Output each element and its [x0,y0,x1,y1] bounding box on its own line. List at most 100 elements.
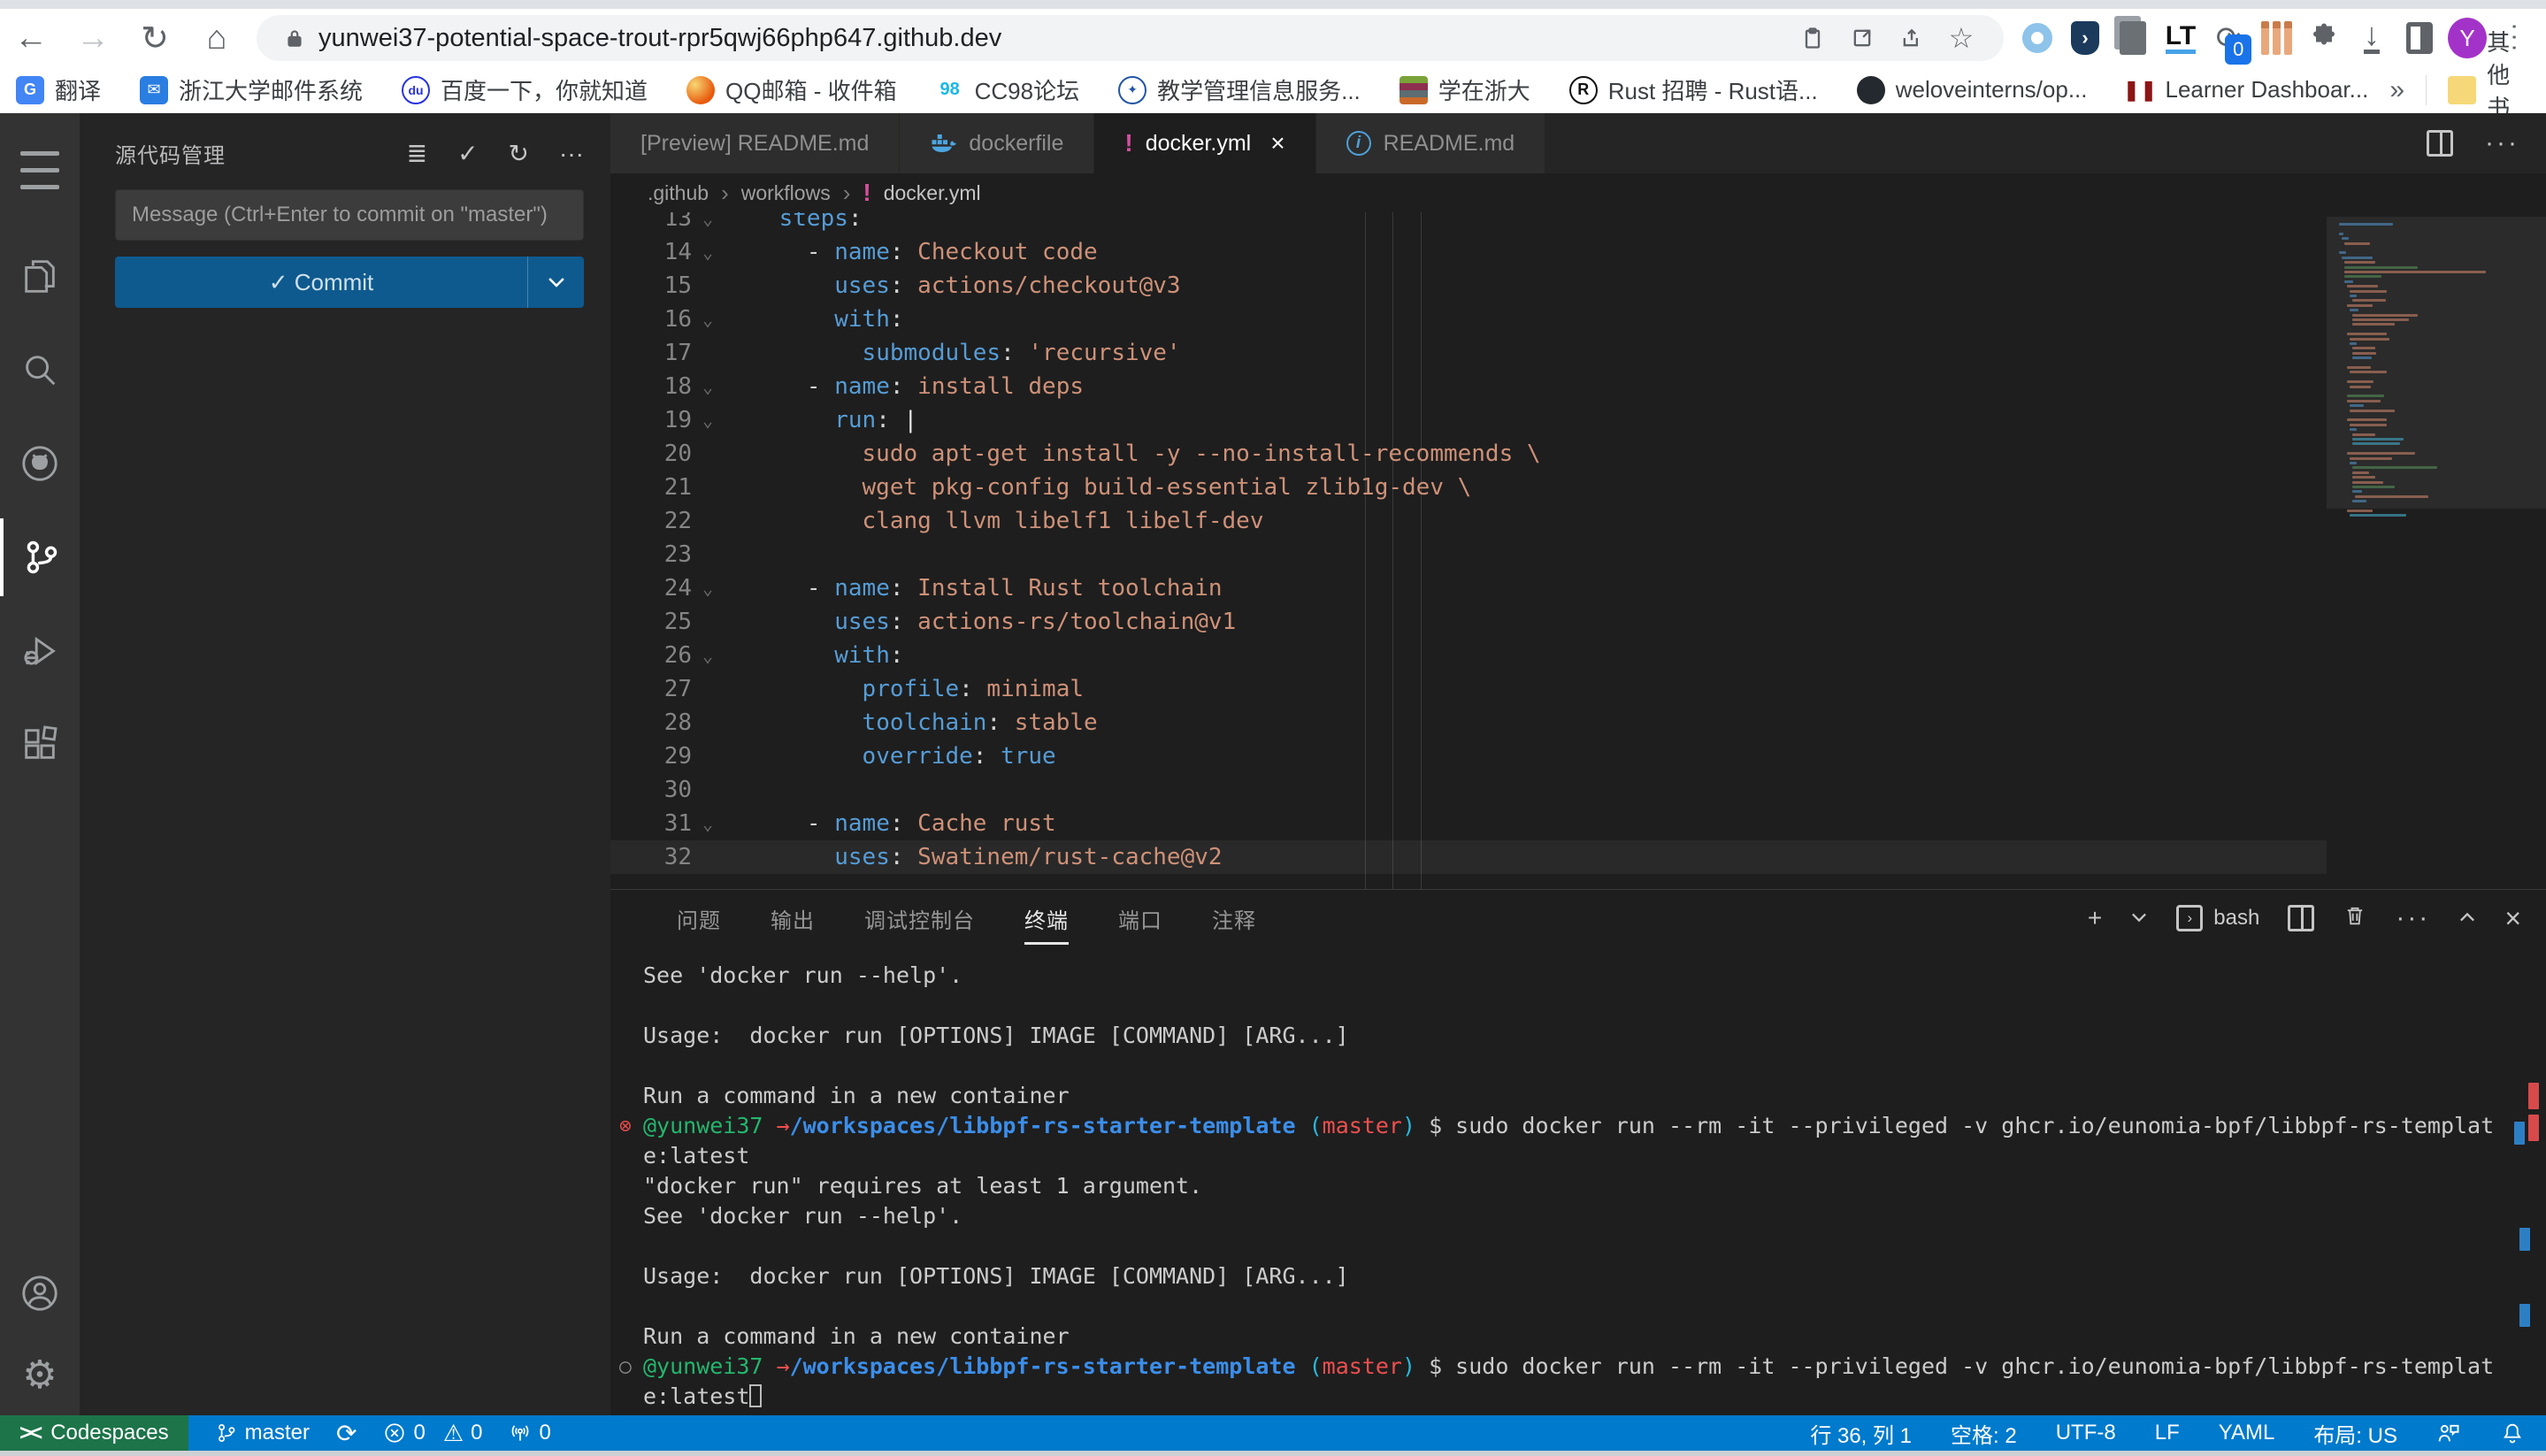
feedback-icon[interactable] [2436,1421,2461,1445]
commit-dropdown[interactable] [527,257,584,308]
problems-indicator[interactable]: 0 ⚠ 0 [383,1420,482,1447]
code-text: uses: actions-rs/toolchain@v1 [724,609,1236,635]
bookmark-item[interactable]: G翻译 [16,73,101,106]
address-bar[interactable]: yunwei37-potential-space-trout-rpr5qwj66… [257,15,2004,61]
commit-button[interactable]: ✓ Commit [115,257,584,308]
side-panel-icon[interactable] [2400,19,2439,57]
reload-icon[interactable]: ↻ [124,13,186,63]
pens-extension-icon[interactable] [2257,19,2296,57]
bookmark-item[interactable]: RRust 招聘 - Rust语... [1569,73,1818,106]
keyboard-layout[interactable]: 布局: US [2313,1418,2397,1449]
close-panel-icon[interactable]: × [2504,902,2521,935]
bookmark-item[interactable]: ✦教学管理信息服务... [1118,73,1361,106]
language-mode[interactable]: YAML [2219,1421,2275,1445]
settings-gear-icon[interactable]: ⚙ [0,1336,80,1414]
panel-tab-输出[interactable]: 输出 [771,891,815,946]
minimap-line [2352,433,2375,436]
remote-indicator[interactable]: >< Codespaces [0,1415,188,1451]
breadcrumb-item[interactable]: .github [648,181,709,205]
split-terminal-icon[interactable] [2288,905,2314,931]
shell-selector[interactable]: ›bash [2176,905,2259,931]
explorer-icon[interactable] [0,237,80,315]
tab-dockerfile[interactable]: dockerfile [900,113,1094,173]
menu-icon[interactable] [0,131,80,209]
extensions-icon[interactable] [0,706,80,784]
back-icon[interactable]: ← [0,13,62,63]
panel-tab-调试控制台[interactable]: 调试控制台 [864,891,975,946]
code-text: steps: [724,212,863,232]
breadcrumb[interactable]: .github›workflows›!docker.yml [610,173,2546,212]
sync-extension-icon[interactable]: ⟳0 [2209,19,2248,57]
bookmark-item[interactable]: QQ邮箱 - 收件箱 [686,73,897,106]
panel-actions: + ›bash ··· × [2088,902,2546,935]
encoding-setting[interactable]: UTF-8 [2056,1421,2116,1445]
extensions-puzzle-icon[interactable] [2304,19,2343,57]
new-terminal-icon[interactable]: + [2088,904,2102,932]
code-editor[interactable]: 13⌄ steps:14⌄ - name: Checkout code15 us… [610,212,2546,889]
minimap[interactable] [2327,212,2546,889]
terminal-line: "docker run" requires at least 1 argumen… [619,1171,2537,1201]
terminal-dropdown-icon[interactable] [2130,904,2148,932]
maximize-panel-icon[interactable] [2458,904,2476,932]
bookmark-item[interactable]: 学在浙大 [1400,73,1530,106]
sync-indicator[interactable]: ⟳ [336,1419,357,1448]
search-icon[interactable] [0,331,80,409]
source-control-icon[interactable] [0,518,80,596]
refresh-icon[interactable]: ↻ [509,139,529,168]
indent-setting[interactable]: 空格: 2 [1951,1418,2017,1449]
run-debug-icon[interactable] [0,612,80,690]
bookmarks-overflow-icon[interactable]: » [2389,75,2404,105]
commit-message-input[interactable] [115,189,584,241]
notifications-bell-icon[interactable] [2500,1421,2525,1445]
minimap-line [2350,514,2406,517]
forward-icon[interactable]: → [62,13,124,63]
minimap-line [2344,242,2370,245]
view-as-list-icon[interactable]: ≣ [407,139,427,168]
ports-indicator[interactable]: 0 [509,1421,550,1445]
terminal-line: Usage: docker run [OPTIONS] IMAGE [COMMA… [619,1021,2537,1051]
languagetool-icon[interactable]: LT [2161,19,2200,57]
bookmark-item[interactable]: du百度一下，你就知道 [402,73,648,106]
panel-tab-问题[interactable]: 问题 [677,891,721,946]
code-line: 15 uses: actions/checkout@v3 [610,269,2327,303]
terminal-icon: › [2176,905,2203,931]
eol-setting[interactable]: LF [2155,1421,2180,1445]
panel-tab-端口[interactable]: 端口 [1118,891,1162,946]
breadcrumb-item[interactable]: workflows [741,181,831,205]
downloads-icon[interactable]: ↓ [2352,19,2391,57]
share-icon[interactable] [1887,26,1936,50]
tab-docker-yml[interactable]: !docker.yml× [1094,113,1315,173]
account-icon[interactable] [0,1254,80,1332]
bookmark-item[interactable]: ❚❚Learner Dashboar... [2127,76,2369,104]
panel-tab-终端[interactable]: 终端 [1024,891,1069,946]
more-actions-icon[interactable]: ··· [559,140,584,168]
extension-notes-icon[interactable] [2113,19,2152,57]
panel-more-icon[interactable]: ··· [2396,903,2430,933]
github-icon[interactable] [0,425,80,502]
bookmark-label: 教学管理信息服务... [1157,73,1361,106]
commit-check-icon[interactable]: ✓ [457,139,478,168]
code-text: - name: Install Rust toolchain [724,575,1223,602]
extension-circle-icon[interactable] [2018,19,2057,57]
home-icon[interactable]: ⌂ [186,13,248,63]
bookmark-item[interactable]: 98CC98论坛 [936,73,1079,106]
kill-terminal-icon[interactable] [2343,903,2367,934]
open-in-new-icon[interactable] [1837,26,1887,50]
bookmark-label: 翻译 [55,73,101,106]
terminal-line: Run a command in a new container [619,1322,2537,1352]
split-editor-icon[interactable] [2427,130,2453,157]
bookmark-item[interactable]: weloveinterns/op... [1857,76,2088,104]
cursor-position[interactable]: 行 36, 列 1 [1810,1418,1912,1449]
tab-readme-md[interactable]: iREADME.md [1316,113,1546,173]
bookmark-item[interactable]: ✉浙江大学邮件系统 [140,73,363,106]
extension-shield-icon[interactable]: › [2066,19,2105,57]
editor-more-icon[interactable]: ··· [2485,128,2519,158]
bookmark-star-icon[interactable]: ☆ [1936,21,1986,55]
breadcrumb-item[interactable]: docker.yml [884,181,981,205]
close-tab-icon[interactable]: × [1270,129,1285,157]
branch-indicator[interactable]: master [215,1421,310,1445]
tab--preview-readme-md[interactable]: [Preview] README.md [610,113,900,173]
terminal-output[interactable]: See 'docker run --help'.Usage: docker ru… [619,946,2537,1415]
panel-tab-注释[interactable]: 注释 [1212,891,1256,946]
clipboard-icon[interactable] [1788,26,1837,50]
